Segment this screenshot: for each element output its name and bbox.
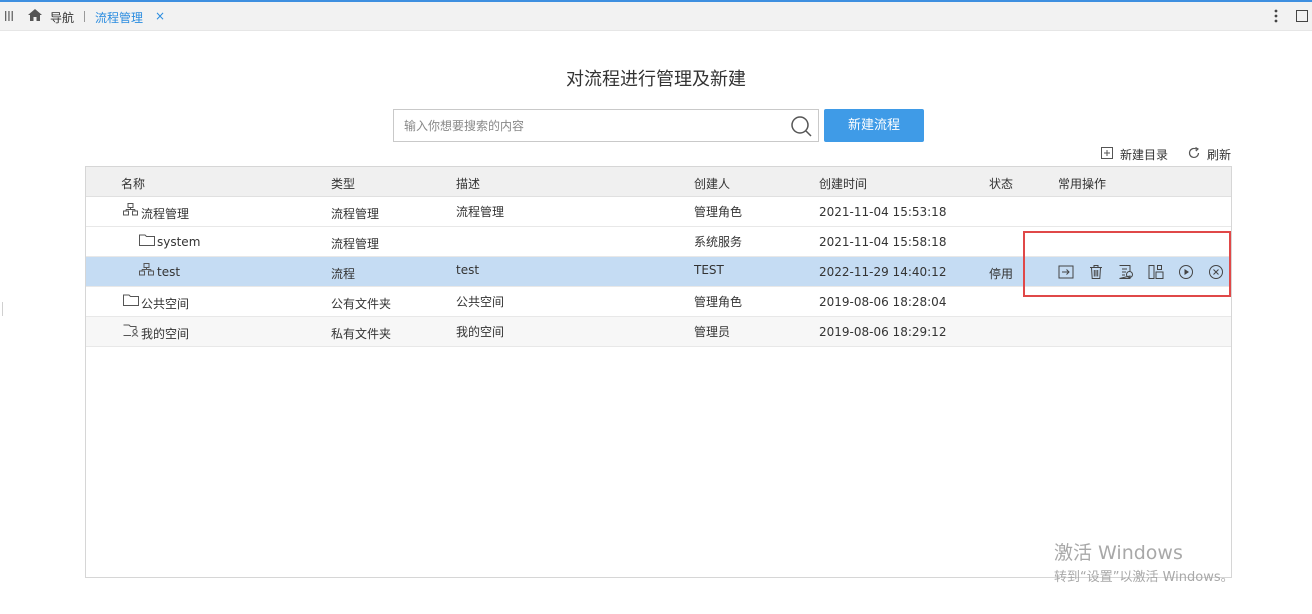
column-creator[interactable]: 创建人 <box>694 175 730 192</box>
row-name: test <box>157 265 181 279</box>
row-creator: TEST <box>694 263 724 277</box>
row-creator: 管理角色 <box>694 205 743 219</box>
tab-nav[interactable]: 导航 <box>50 9 74 26</box>
private-folder-icon <box>123 324 139 337</box>
row-time: 2019-08-06 18:29:12 <box>819 325 947 339</box>
row-type: 私有文件夹 <box>331 327 392 341</box>
refresh-button[interactable]: 刷新 <box>1187 145 1237 162</box>
add-folder-icon <box>1101 147 1113 159</box>
operations-highlight-box <box>1023 231 1231 297</box>
home-icon[interactable] <box>27 8 43 22</box>
row-time: 2022-11-29 14:40:12 <box>819 265 947 279</box>
row-time: 2019-08-06 18:28:04 <box>819 295 947 309</box>
flow-table: 名称 类型 描述 创建人 创建时间 状态 常用操作 流程管理 流程管理 流程管理… <box>85 166 1232 578</box>
flow-icon <box>139 263 154 276</box>
column-name[interactable]: 名称 <box>121 175 145 192</box>
row-name: system <box>157 235 201 249</box>
search-icon[interactable] <box>790 115 812 137</box>
activation-watermark-title: 激活 Windows <box>1054 542 1183 564</box>
row-name: 流程管理 <box>141 207 190 221</box>
row-time: 2021-11-04 15:58:18 <box>819 235 947 249</box>
row-type: 流程管理 <box>331 237 380 251</box>
refresh-icon <box>1188 146 1200 159</box>
splitter-handle[interactable] <box>2 302 3 316</box>
new-directory-button[interactable]: 新建目录 <box>1100 145 1175 162</box>
row-creator: 管理角色 <box>694 295 743 309</box>
page-title: 对流程进行管理及新建 <box>566 69 746 90</box>
row-time: 2021-11-04 15:53:18 <box>819 205 947 219</box>
maximize-icon[interactable] <box>1296 10 1308 22</box>
row-desc: test <box>456 263 480 277</box>
tab-flow-management[interactable]: 流程管理 <box>95 9 143 26</box>
tab-bar: 导航 流程管理 × <box>0 2 1312 31</box>
flow-icon <box>123 203 138 216</box>
table-row[interactable]: 流程管理 流程管理 流程管理 管理角色 2021-11-04 15:53:18 <box>86 197 1231 227</box>
close-icon[interactable]: × <box>155 9 165 23</box>
row-name: 我的空间 <box>141 327 190 341</box>
column-desc[interactable]: 描述 <box>456 175 480 192</box>
row-creator: 系统服务 <box>694 235 743 249</box>
row-desc: 公共空间 <box>456 295 505 309</box>
column-operations: 常用操作 <box>1058 177 1107 191</box>
row-status: 停用 <box>989 267 1014 281</box>
row-type: 流程 <box>331 267 356 281</box>
row-type: 公有文件夹 <box>331 297 392 311</box>
column-created-time[interactable]: 创建时间 <box>819 175 867 192</box>
tab-separator <box>84 11 85 22</box>
column-status[interactable]: 状态 <box>989 175 1013 192</box>
table-header: 名称 类型 描述 创建人 创建时间 状态 常用操作 <box>86 167 1231 197</box>
menu-icon[interactable] <box>4 10 14 22</box>
activation-watermark-subtitle: 转到“设置”以激活 Windows。 <box>1054 570 1234 585</box>
folder-icon <box>123 294 139 306</box>
more-vertical-icon[interactable] <box>1271 8 1281 24</box>
row-creator: 管理员 <box>694 325 731 339</box>
row-desc: 流程管理 <box>456 205 505 219</box>
row-name: 公共空间 <box>141 297 190 311</box>
row-type: 流程管理 <box>331 207 380 221</box>
row-desc: 我的空间 <box>456 325 505 339</box>
search-box[interactable] <box>393 109 819 142</box>
folder-icon <box>139 234 155 246</box>
table-row[interactable]: 我的空间 私有文件夹 我的空间 管理员 2019-08-06 18:29:12 <box>86 317 1231 347</box>
refresh-label: 刷新 <box>1207 148 1232 162</box>
new-directory-label: 新建目录 <box>1120 148 1169 162</box>
new-flow-button[interactable]: 新建流程 <box>824 109 924 142</box>
search-input[interactable] <box>404 110 784 141</box>
column-type[interactable]: 类型 <box>331 175 355 192</box>
